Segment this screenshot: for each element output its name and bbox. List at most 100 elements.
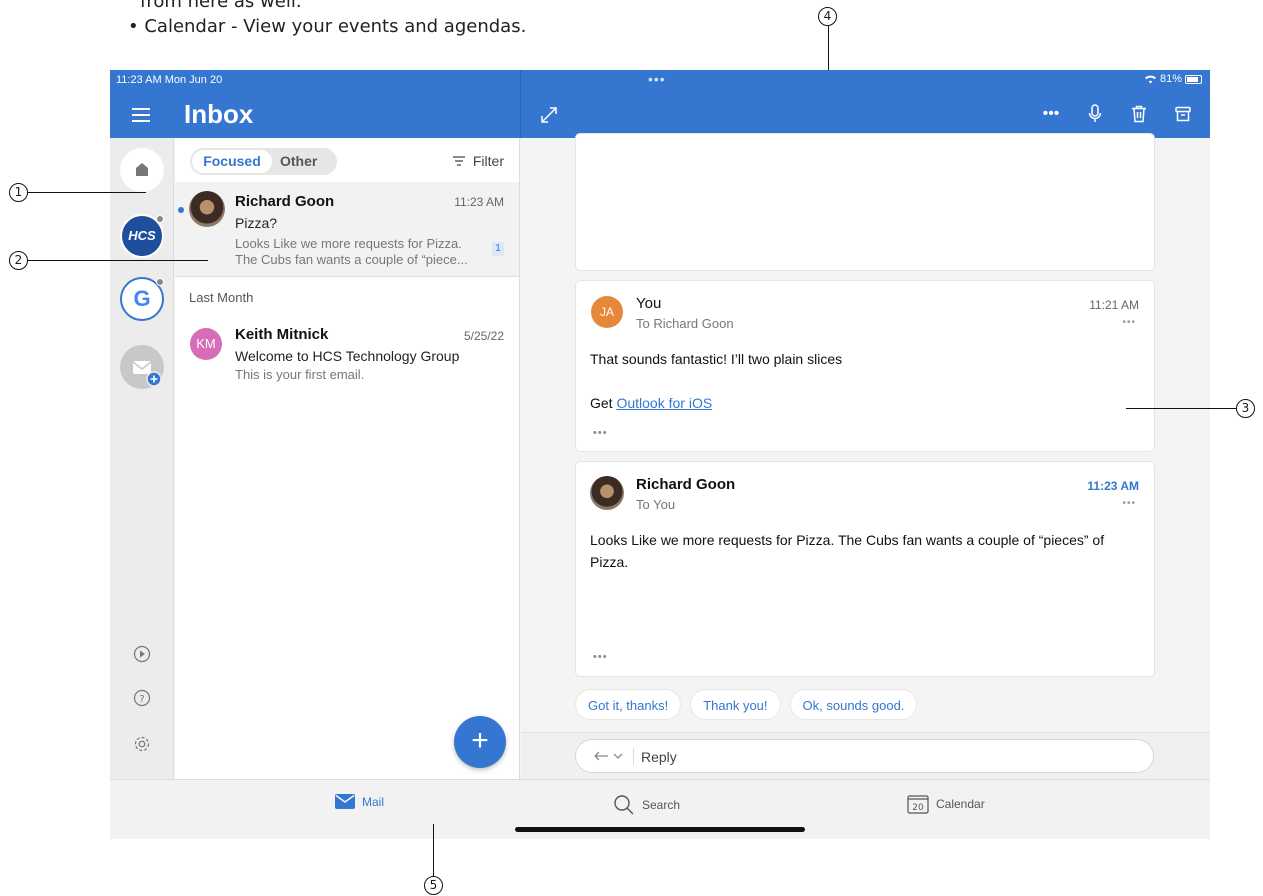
tab-other[interactable]: Other bbox=[280, 150, 317, 173]
message-time: 11:23 AM bbox=[454, 195, 504, 209]
tab-focused[interactable]: Focused bbox=[192, 150, 272, 173]
focused-other-toggle: Focused Other bbox=[190, 148, 337, 175]
message-preview: Looks Like we more requests for Pizza. bbox=[235, 236, 462, 251]
google-account-icon[interactable]: G bbox=[120, 277, 164, 321]
hcs-account-label: HCS bbox=[128, 228, 156, 243]
hcs-account-icon[interactable]: HCS bbox=[120, 214, 164, 258]
avatar: JA bbox=[591, 296, 623, 328]
doc-calendar-bullet: • Calendar - View your events and agenda… bbox=[128, 16, 527, 37]
message-to: To You bbox=[636, 497, 676, 512]
message-body-text: That sounds fantastic! I’ll two plain sl… bbox=[590, 351, 843, 367]
account-status-dot bbox=[156, 215, 164, 223]
tab-search[interactable]: Search bbox=[613, 794, 680, 816]
message-sender: Richard Goon bbox=[235, 193, 335, 210]
outlook-ios-link[interactable]: Outlook for iOS bbox=[616, 395, 712, 411]
filter-icon bbox=[452, 156, 465, 166]
home-indicator[interactable] bbox=[515, 827, 805, 832]
play-icon[interactable] bbox=[131, 645, 153, 667]
reading-pane: JA You To Richard Goon 11:21 AM ••• That… bbox=[521, 133, 1210, 779]
account-rail: HCS G ? bbox=[110, 138, 174, 779]
avatar bbox=[590, 476, 624, 510]
svg-text:?: ? bbox=[139, 694, 144, 705]
tab-search-label: Search bbox=[642, 798, 681, 812]
message-more-icon[interactable]: ••• bbox=[1122, 498, 1136, 509]
message-time: 5/25/22 bbox=[463, 329, 504, 343]
quick-reply-button[interactable]: Ok, sounds good. bbox=[789, 689, 918, 720]
message-card: Richard Goon To You 11:23 AM ••• Looks L… bbox=[575, 461, 1155, 677]
message-from: Richard Goon bbox=[636, 476, 736, 493]
callout-3-line bbox=[1126, 408, 1236, 410]
filter-button[interactable]: Filter bbox=[452, 153, 504, 169]
message-more-icon[interactable]: ••• bbox=[1122, 317, 1136, 328]
tab-calendar[interactable]: 20 Calendar bbox=[907, 794, 985, 814]
compose-button[interactable]: + bbox=[454, 716, 506, 768]
archive-icon[interactable] bbox=[1172, 103, 1194, 125]
header-bar: 11:23 AM Mon Jun 20 ••• 81% Inbox ••• bbox=[110, 70, 1210, 138]
expand-icon[interactable] bbox=[540, 106, 558, 124]
status-time-date: 11:23 AM Mon Jun 20 bbox=[116, 74, 223, 86]
message-preview: The Cubs fan wants a couple of “piece... bbox=[235, 252, 468, 267]
account-status-dot bbox=[156, 278, 164, 286]
reply-label: Reply bbox=[641, 749, 677, 765]
more-options-icon[interactable]: ••• bbox=[1040, 103, 1062, 125]
message-time: 11:23 AM bbox=[1087, 479, 1139, 493]
battery-icon bbox=[1185, 74, 1202, 84]
page-title: Inbox bbox=[184, 99, 254, 129]
list-item[interactable]: Richard Goon 11:23 AM Pizza? Looks Like … bbox=[175, 182, 519, 277]
google-account-label: G bbox=[133, 286, 151, 311]
pane-divider bbox=[520, 70, 521, 138]
signature-prefix: Get bbox=[590, 395, 617, 411]
callout-3: 3 bbox=[1236, 399, 1255, 418]
message-list: Focused Other Filter Richard Goon 11:23 … bbox=[175, 138, 520, 779]
tab-mail[interactable]: Mail bbox=[335, 794, 384, 809]
help-icon[interactable]: ? bbox=[131, 689, 153, 711]
avatar bbox=[189, 191, 225, 227]
calendar-icon: 20 bbox=[907, 795, 929, 814]
callout-1-line bbox=[28, 192, 146, 194]
section-header: Last Month bbox=[189, 290, 254, 305]
quick-reply-button[interactable]: Thank you! bbox=[690, 689, 781, 720]
thread-count-badge: 1 bbox=[492, 242, 504, 256]
filter-label: Filter bbox=[472, 153, 504, 169]
message-body: That sounds fantastic! I’ll two plain sl… bbox=[590, 348, 1140, 414]
unread-indicator bbox=[178, 207, 184, 213]
menu-icon[interactable] bbox=[132, 108, 150, 122]
mail-icon bbox=[335, 794, 355, 809]
signature: Get Outlook for iOS bbox=[590, 392, 1140, 414]
message-to: To Richard Goon bbox=[636, 316, 734, 331]
delete-icon[interactable] bbox=[1128, 103, 1150, 125]
gear-icon[interactable] bbox=[131, 735, 153, 757]
show-quoted-icon[interactable]: ••• bbox=[593, 427, 608, 439]
callout-5: 5 bbox=[424, 876, 443, 895]
message-subject: Welcome to HCS Technology Group bbox=[235, 348, 460, 364]
status-indicators: 81% bbox=[1144, 73, 1202, 85]
quick-replies: Got it, thanks! Thank you! Ok, sounds go… bbox=[575, 689, 918, 720]
message-time: 11:21 AM bbox=[1089, 298, 1139, 312]
tab-calendar-label: Calendar bbox=[936, 797, 985, 811]
avatar: KM bbox=[190, 328, 222, 360]
home-icon[interactable] bbox=[120, 148, 164, 192]
calendar-day-number: 20 bbox=[912, 803, 924, 813]
message-card-previous bbox=[575, 133, 1155, 271]
battery-percent: 81% bbox=[1159, 73, 1182, 85]
quick-reply-button[interactable]: Got it, thanks! bbox=[575, 689, 682, 720]
reply-input[interactable]: Reply bbox=[575, 739, 1154, 773]
add-mail-account-icon[interactable] bbox=[120, 345, 164, 389]
multitasking-dots-icon[interactable]: ••• bbox=[648, 71, 666, 87]
message-from: You bbox=[636, 295, 662, 312]
microphone-icon[interactable] bbox=[1084, 103, 1106, 125]
tab-mail-label: Mail bbox=[362, 794, 385, 809]
message-subject: Pizza? bbox=[235, 215, 278, 231]
reply-bar: Reply bbox=[521, 732, 1210, 779]
message-preview: This is your first email. bbox=[235, 367, 365, 382]
show-quoted-icon[interactable]: ••• bbox=[593, 651, 608, 663]
ipad-screen: 11:23 AM Mon Jun 20 ••• 81% Inbox ••• HC… bbox=[110, 70, 1210, 839]
doc-text-line: from here as well. bbox=[140, 0, 302, 12]
bottom-tab-bar: Mail Search 20 Calendar bbox=[110, 779, 1210, 839]
wifi-icon bbox=[1144, 75, 1156, 84]
callout-4: 4 bbox=[818, 7, 837, 26]
callout-5-line bbox=[433, 824, 435, 876]
callout-1: 1 bbox=[9, 183, 28, 202]
reply-arrow-icon[interactable] bbox=[592, 748, 626, 764]
message-toolbar: ••• bbox=[1040, 103, 1194, 125]
